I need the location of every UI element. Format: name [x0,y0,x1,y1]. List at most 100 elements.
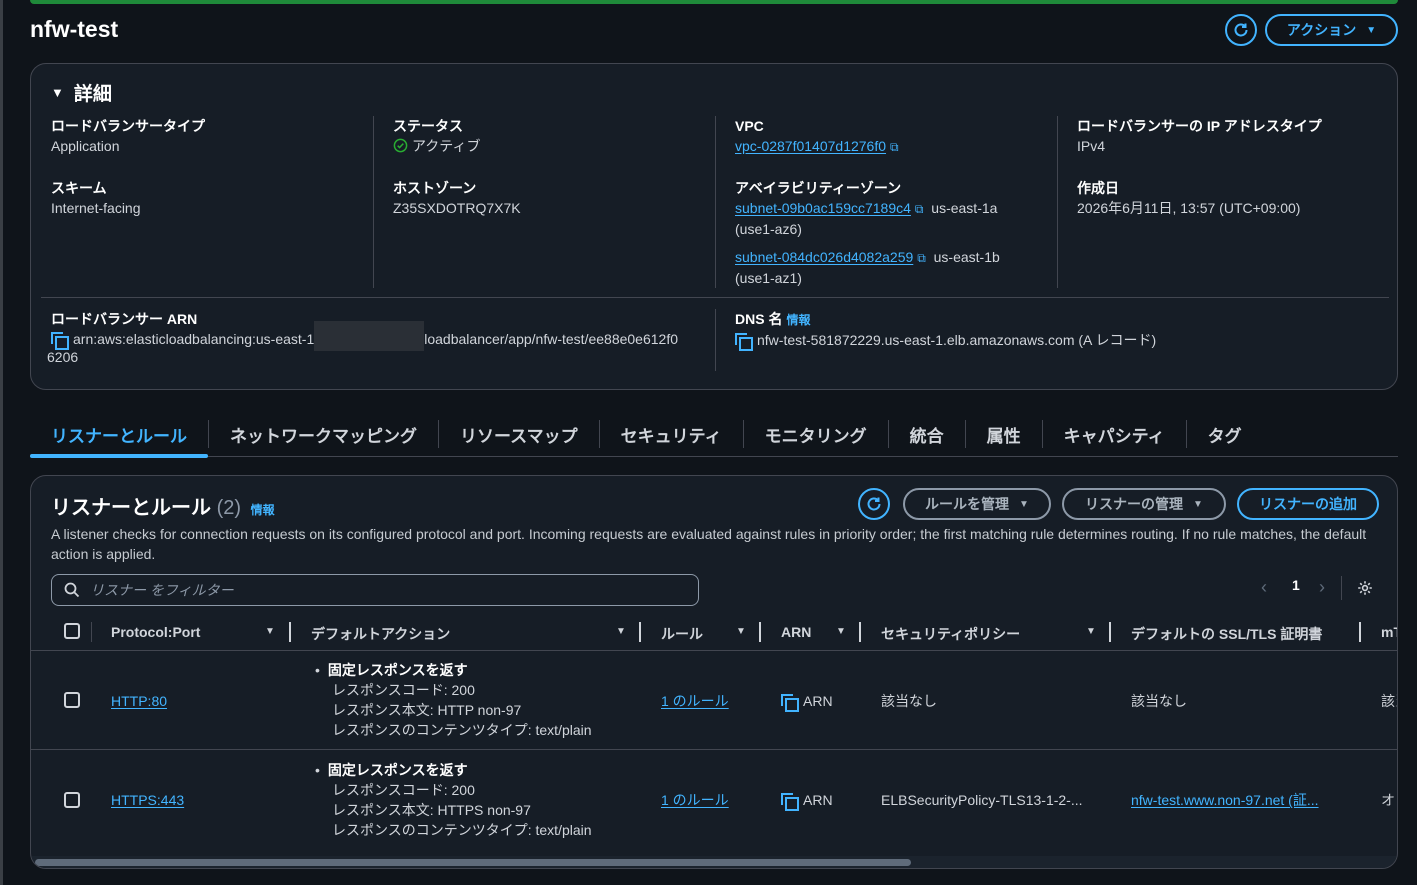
action-line: レスポンスのコンテンツタイプ: text/plain [332,822,592,838]
next-page-button[interactable]: › [1319,577,1325,598]
listener-link[interactable]: HTTP:80 [111,693,167,709]
scrollbar-thumb[interactable] [35,859,911,866]
mtls-cell: オフ [1381,792,1397,808]
details-header-label: 詳細 [73,84,112,105]
action-title: 固定レスポンスを返す [327,762,468,778]
copy-icon[interactable] [51,332,69,350]
tab-network-mapping[interactable]: ネットワークマッピング [209,412,438,457]
status-field: ステータス アクティブ [393,116,480,156]
tab-attributes[interactable]: 属性 [966,412,1042,457]
column-resizer[interactable] [289,622,291,642]
tab-resource-map[interactable]: リソースマップ [439,412,599,457]
row-checkbox[interactable] [64,792,80,808]
listeners-panel: リスナーとルール (2) 情報 ルールを管理 ▼ リスナーの管理 ▼ リスナーの… [30,475,1398,869]
created-field: 作成日 2026年6月11日, 13:57 (UTC+09:00) [1077,178,1300,218]
listeners-refresh-button[interactable] [858,488,890,520]
sort-icon[interactable]: ▼ [265,626,275,637]
prev-page-button[interactable]: ‹ [1261,577,1267,598]
col-default-cert[interactable]: デフォルトの SSL/TLS 証明書 [1131,624,1322,644]
listeners-info-link[interactable]: 情報 [251,503,275,517]
column-divider [91,622,92,642]
column-resizer[interactable] [1359,622,1361,642]
caret-down-icon: ▼ [1366,24,1377,36]
refresh-button[interactable] [1225,14,1257,46]
table-row: HTTPS:443 • 固定レスポンスを返す レスポンスコード: 200 レスポン… [31,750,1397,850]
tab-bar: リスナーとルール ネットワークマッピング リソースマップ セキュリティ モニタリ… [30,412,1398,458]
select-all-checkbox[interactable] [64,623,80,639]
manage-rules-label: ルールを管理 [925,496,1010,512]
tab-listeners-rules[interactable]: リスナーとルール [30,412,208,458]
created-label: 作成日 [1077,180,1119,196]
column-resizer[interactable] [759,622,761,642]
col-security-policy[interactable]: セキュリティポリシー [881,624,1020,644]
col-arn[interactable]: ARN [781,624,811,640]
page-title: nfw-test [30,16,119,42]
horizontal-scrollbar[interactable] [31,856,1397,868]
col-protocol-port[interactable]: Protocol:Port [111,624,200,640]
column-divider [1057,116,1058,288]
az-id: (use1-az1) [735,270,802,286]
vpc-link[interactable]: vpc-0287f01407d1276f0 [735,138,886,154]
row-checkbox[interactable] [64,692,80,708]
column-resizer[interactable] [859,622,861,642]
listeners-heading: リスナーとルール (2) 情報 [51,491,275,520]
column-resizer[interactable] [639,622,641,642]
hosted-zone-label: ホストゾーン [393,180,477,196]
action-title: 固定レスポンスを返す [327,662,468,678]
scheme-value: Internet-facing [51,200,141,216]
az-id: (use1-az6) [735,221,802,237]
tab-monitoring[interactable]: モニタリング [744,412,888,457]
lb-type-value: Application [51,138,120,154]
vpc-field: VPC vpc-0287f01407d1276f0 ⧉ [735,116,899,157]
tab-security[interactable]: セキュリティ [600,412,743,457]
arn-suffix: loadbalancer/app/nfw-test/ee88e0e612f0 [424,331,678,347]
status-label: ステータス [393,118,463,134]
sort-icon[interactable]: ▼ [616,626,626,637]
external-link-icon: ⧉ [917,251,926,265]
actions-label: アクション [1286,22,1357,38]
caret-down-icon: ▼ [1193,498,1203,510]
scheme-label: スキーム [51,180,107,196]
details-panel: ▼ 詳細 ロードバランサータイプ Application スキーム Intern… [30,63,1398,390]
arn-copy[interactable]: ARN [781,790,833,811]
copy-icon[interactable] [735,333,753,351]
col-rules[interactable]: ルール [661,624,703,644]
manage-rules-button[interactable]: ルールを管理 ▼ [903,488,1051,520]
rules-link[interactable]: 1 のルール [661,693,729,709]
settings-icon[interactable] [1357,580,1373,596]
tab-integrations[interactable]: 統合 [889,412,965,457]
listener-filter-input[interactable] [90,582,650,598]
az-item: subnet-084dc026d4082a259 ⧉ us-east-1b (us… [735,247,1035,288]
manage-listeners-button[interactable]: リスナーの管理 ▼ [1062,488,1226,520]
rules-link[interactable]: 1 のルール [661,792,729,808]
details-toggle[interactable]: ▼ 詳細 [51,79,112,106]
sort-icon[interactable]: ▼ [736,626,746,637]
column-resizer[interactable] [1109,622,1111,642]
cert-cell: 該当なし [1131,693,1187,709]
action-line: レスポンスのコンテンツタイプ: text/plain [332,722,592,738]
manage-listeners-label: リスナーの管理 [1085,496,1184,512]
subnet-link[interactable]: subnet-084dc026d4082a259 [735,249,913,265]
arn-copy[interactable]: ARN [781,691,833,712]
col-mtls[interactable]: mT [1381,624,1397,640]
dns-info-link[interactable]: 情報 [786,313,810,327]
copy-icon[interactable] [781,793,799,811]
listener-link[interactable]: HTTPS:443 [111,792,184,808]
col-default-action[interactable]: デフォルトアクション [311,624,450,644]
redacted-block [314,321,425,352]
tab-tags[interactable]: タグ [1187,412,1263,457]
table-header: Protocol:Port ▼ デフォルトアクション ▼ ルール ▼ ARN ▼… [31,617,1397,651]
actions-button[interactable]: アクション ▼ [1265,14,1398,46]
security-policy-cell: ELBSecurityPolicy-TLS13-1-2-... [881,792,1083,808]
pager-divider [1341,576,1342,600]
sort-icon[interactable]: ▼ [1086,626,1096,637]
current-page[interactable]: 1 [1292,577,1300,593]
add-listener-button[interactable]: リスナーの追加 [1237,488,1379,520]
external-link-icon: ⧉ [890,140,899,154]
table-row: HTTP:80 • 固定レスポンスを返す レスポンスコード: 200 レスポンス本… [31,651,1397,750]
tab-capacity[interactable]: キャパシティ [1043,412,1186,457]
subnet-link[interactable]: subnet-09b0ac159cc7189c4 [735,200,911,216]
copy-icon[interactable] [781,694,799,712]
sort-icon[interactable]: ▼ [836,626,846,637]
cert-link[interactable]: nfw-test.www.non-97.net (証... [1131,792,1319,808]
